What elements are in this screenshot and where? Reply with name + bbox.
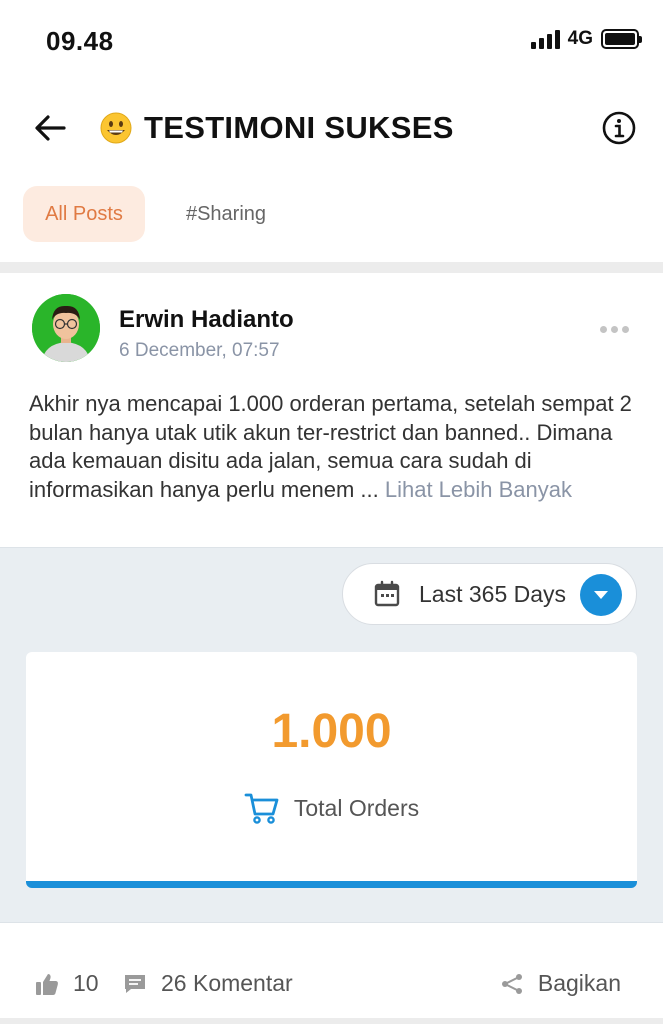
arrow-left-icon bbox=[35, 115, 66, 141]
page-title-text: TESTIMONI SUKSES bbox=[144, 110, 454, 145]
battery-icon bbox=[601, 29, 642, 49]
date-range-dropdown[interactable]: Last 365 Days bbox=[342, 563, 637, 625]
back-button[interactable] bbox=[28, 108, 72, 148]
comment-icon bbox=[125, 974, 145, 993]
info-circle-icon bbox=[602, 111, 636, 145]
see-more-link[interactable]: Lihat Lebih Banyak bbox=[385, 477, 572, 502]
like-button[interactable]: 10 bbox=[35, 970, 99, 997]
avatar-image bbox=[32, 294, 100, 362]
grinning-face-emoji-icon bbox=[100, 112, 132, 144]
post-body: Akhir nya mencapai 1.000 orderan pertama… bbox=[29, 390, 639, 504]
total-orders-value: 1.000 bbox=[271, 705, 392, 758]
section-divider bbox=[0, 262, 663, 273]
total-orders-card: 1.000 Total Orders bbox=[26, 652, 637, 888]
shopping-cart-icon bbox=[244, 793, 279, 824]
avatar[interactable] bbox=[32, 294, 100, 362]
share-label: Bagikan bbox=[537, 970, 621, 996]
app-header: TESTIMONI SUKSES bbox=[0, 96, 663, 160]
more-options-button[interactable] bbox=[600, 326, 629, 333]
date-range-label: Last 365 Days bbox=[419, 580, 567, 607]
total-orders-label: Total Orders bbox=[293, 794, 420, 821]
filter-tabs: All Posts #Sharing bbox=[0, 184, 663, 244]
post-image: Last 365 Days 1.000 Total Orders bbox=[0, 547, 663, 923]
status-indicators: 4G bbox=[530, 28, 642, 50]
post-actions: 10 26 Komentar Bagikan bbox=[0, 960, 663, 1012]
share-icon bbox=[501, 973, 522, 994]
comment-count: 26 Komentar bbox=[161, 970, 293, 996]
status-bar: 09.48 4G bbox=[0, 0, 663, 80]
comment-button[interactable]: 26 Komentar bbox=[123, 970, 293, 997]
info-button[interactable] bbox=[601, 110, 637, 146]
bottom-divider bbox=[0, 1018, 663, 1024]
post-header: Erwin Hadianto 6 December, 07:57 bbox=[0, 290, 663, 374]
post-author[interactable]: Erwin Hadianto bbox=[119, 306, 294, 334]
more-dots-icon bbox=[600, 326, 607, 333]
tab-all-posts[interactable]: All Posts bbox=[23, 186, 145, 242]
page-title: TESTIMONI SUKSES bbox=[100, 110, 454, 146]
calendar-icon bbox=[374, 580, 400, 607]
tab-sharing[interactable]: #Sharing bbox=[166, 186, 286, 242]
like-count: 10 bbox=[73, 970, 99, 996]
thumbs-up-icon bbox=[36, 973, 58, 995]
status-time: 09.48 bbox=[46, 26, 114, 56]
share-button[interactable]: Bagikan bbox=[500, 970, 621, 997]
chevron-down-icon bbox=[594, 591, 608, 599]
post-date: 6 December, 07:57 bbox=[119, 340, 280, 361]
network-label: 4G bbox=[567, 28, 593, 49]
dropdown-toggle[interactable] bbox=[580, 574, 622, 616]
total-orders-caption: Total Orders bbox=[26, 790, 637, 826]
signal-bars-icon bbox=[530, 29, 560, 49]
